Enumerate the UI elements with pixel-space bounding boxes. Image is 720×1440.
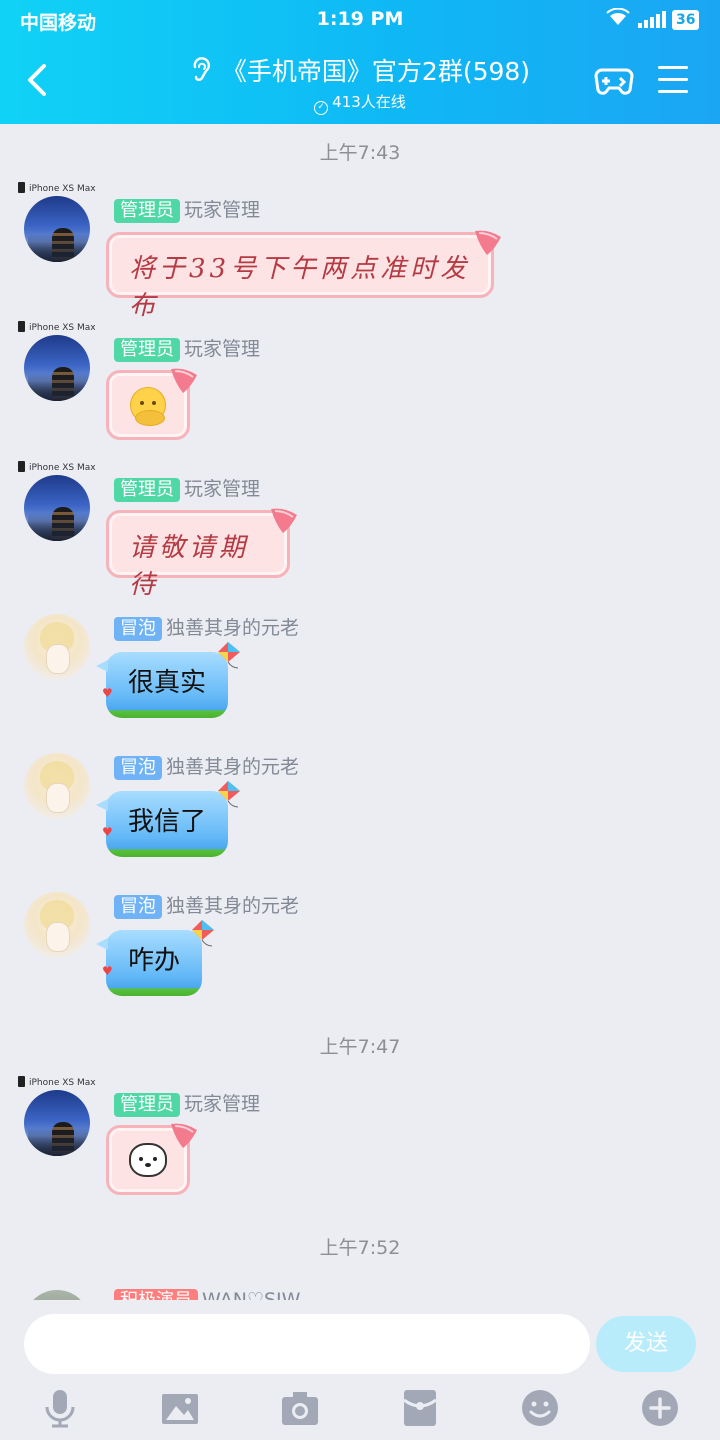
message-bubble[interactable] [106, 1123, 197, 1195]
signal-icon [638, 10, 666, 28]
sender-name[interactable]: 独善其身的元老 [166, 895, 299, 917]
red-packet-icon[interactable] [400, 1388, 440, 1428]
online-check-icon: ✓ [314, 101, 329, 115]
menu-button[interactable] [658, 66, 688, 102]
ear-icon [190, 57, 212, 89]
message-bubble[interactable]: 将于33号下午两点准时发布 [106, 230, 501, 321]
microphone-icon[interactable] [40, 1388, 80, 1428]
avatar[interactable] [24, 892, 90, 958]
avatar[interactable] [24, 335, 90, 401]
sender-line: 管理员 玩家管理 [114, 334, 260, 362]
timestamp: 上午7:52 [319, 1237, 401, 1259]
bow-icon [171, 1123, 197, 1148]
avatar[interactable] [24, 196, 90, 262]
plus-icon[interactable] [640, 1388, 680, 1428]
phone-icon [18, 461, 25, 472]
sender-line: 冒泡 独善其身的元老 [114, 613, 299, 641]
phone-icon [18, 1076, 25, 1087]
message-input[interactable] [24, 1314, 590, 1374]
sender-name[interactable]: 玩家管理 [184, 478, 260, 500]
message-bubble[interactable]: 我信了 ♥ [95, 781, 241, 857]
battery-icon: 36 [672, 10, 700, 30]
bear-face-icon [129, 1143, 167, 1177]
role-tag: 冒泡 [114, 895, 162, 919]
image-icon[interactable] [160, 1388, 200, 1428]
gamepad-icon[interactable] [594, 64, 634, 102]
message-text: 请敬请期待 [129, 533, 250, 600]
role-tag: 管理员 [114, 478, 180, 502]
avatar[interactable] [24, 475, 90, 541]
camera-icon[interactable] [280, 1388, 320, 1428]
send-button[interactable]: 发送 [596, 1316, 696, 1372]
heart-icon: ♥ [102, 686, 113, 700]
message-text: 我信了 [128, 807, 207, 837]
bow-icon [171, 368, 197, 393]
timestamp: 上午7:43 [319, 142, 401, 164]
sender-line: 冒泡 独善其身的元老 [114, 752, 299, 780]
sender-line: 管理员 玩家管理 [114, 1089, 260, 1117]
online-count: 413人在线 [332, 93, 406, 111]
role-tag: 管理员 [114, 199, 180, 223]
bow-icon [271, 508, 297, 533]
message-bubble[interactable]: 请敬请期待 [106, 508, 297, 600]
sender-name[interactable]: 玩家管理 [184, 199, 260, 221]
role-tag: 管理员 [114, 338, 180, 362]
sender-line: 管理员 玩家管理 [114, 474, 260, 502]
message-bubble[interactable] [106, 368, 197, 440]
composer-bar: 发送 [0, 1300, 720, 1440]
heart-icon: ♥ [102, 964, 113, 978]
role-tag: 管理员 [114, 1093, 180, 1117]
thinking-face-icon [130, 387, 166, 426]
message-text: 很真实 [128, 668, 207, 698]
sender-name[interactable]: 玩家管理 [184, 338, 260, 360]
avatar[interactable] [24, 1090, 90, 1156]
role-tag: 冒泡 [114, 617, 162, 641]
input-toolbar [0, 1382, 720, 1434]
role-tag: 冒泡 [114, 756, 162, 780]
page-title: 《手机帝国》官方2群(598) [221, 57, 531, 86]
message-bubble[interactable]: 很真实 ♥ [95, 642, 241, 718]
sender-name[interactable]: 独善其身的元老 [166, 756, 299, 778]
device-label: iPhone XS Max [18, 321, 96, 333]
emoji-icon[interactable] [520, 1388, 560, 1428]
message-bubble[interactable]: 咋办 ♥ [95, 920, 215, 996]
timestamp: 上午7:47 [319, 1036, 401, 1058]
kite-icon [218, 642, 241, 669]
kite-icon [192, 920, 215, 947]
chat-header: 中国移动 1:19 PM 36 《手机帝国》官方2群(598) ✓ 413人在线 [0, 0, 720, 124]
avatar[interactable] [24, 753, 90, 819]
device-label: iPhone XS Max [18, 1076, 96, 1088]
bow-icon [475, 230, 501, 255]
wifi-icon [606, 7, 630, 31]
heart-icon: ♥ [102, 825, 113, 839]
message-text: 将于33号下午两点准时发布 [129, 254, 471, 321]
sender-name[interactable]: 独善其身的元老 [166, 617, 299, 639]
sender-name[interactable]: 玩家管理 [184, 1093, 260, 1115]
phone-icon [18, 321, 25, 332]
avatar[interactable] [24, 614, 90, 680]
kite-icon [218, 781, 241, 808]
device-label: iPhone XS Max [18, 182, 96, 194]
message-text: 咋办 [128, 946, 181, 976]
device-label: iPhone XS Max [18, 461, 96, 473]
sender-line: 冒泡 独善其身的元老 [114, 891, 299, 919]
phone-icon [18, 182, 25, 193]
status-bar: 中国移动 1:19 PM 36 [0, 6, 720, 36]
sender-line: 管理员 玩家管理 [114, 195, 260, 223]
